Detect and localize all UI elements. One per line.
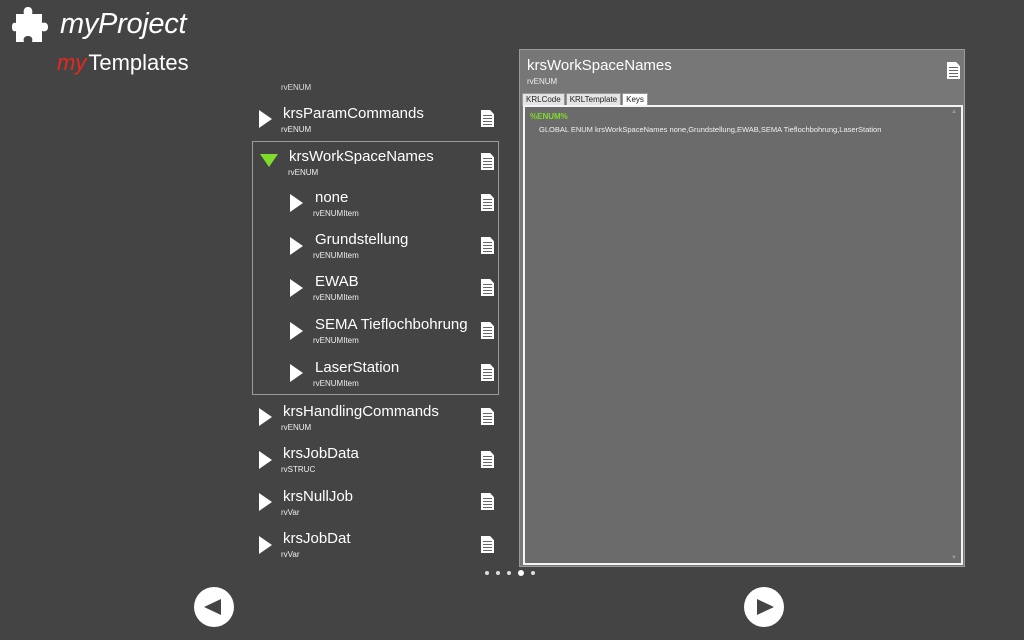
document-icon[interactable] — [481, 153, 494, 170]
document-icon[interactable] — [481, 408, 494, 425]
details-panel: krsWorkSpaceNames rvENUM KRLCode KRLTemp… — [519, 49, 965, 567]
tree-item[interactable]: krsNullJob rvVar — [252, 487, 502, 527]
tree-item-name: EWAB — [315, 273, 359, 290]
expand-arrow-icon[interactable] — [259, 536, 272, 554]
page-dot[interactable] — [485, 571, 489, 575]
tree-item-type: rvVar — [281, 508, 300, 517]
page-dot[interactable] — [531, 571, 535, 575]
tree-item-expanded[interactable]: krsWorkSpaceNames rvENUM — [252, 147, 502, 187]
tree-child-item[interactable]: LaserStation rvENUMItem — [252, 359, 502, 399]
tree-item-name: krsJobData — [283, 445, 359, 462]
next-button[interactable] — [744, 587, 784, 627]
tree-item-type: rvENUM — [281, 125, 312, 134]
expand-arrow-icon[interactable] — [290, 364, 303, 382]
tree-item[interactable]: krsJobDat rvVar — [252, 530, 502, 570]
expand-arrow-icon[interactable] — [290, 279, 303, 297]
tree-item-type: rvENUMItem — [313, 379, 359, 388]
tree-item-type: rvENUMItem — [313, 336, 359, 345]
expand-arrow-icon[interactable] — [259, 408, 272, 426]
tree-child-item[interactable]: Grundstellung rvENUMItem — [252, 231, 502, 271]
tree-item[interactable]: krsJobData rvSTRUC — [252, 445, 502, 485]
expand-arrow-icon[interactable] — [290, 194, 303, 212]
tree-item[interactable]: krsHandlingCommands rvENUM — [252, 402, 502, 442]
subtitle-prefix: my — [57, 50, 87, 75]
code-editor[interactable]: %ENUM% GLOBAL ENUM krsWorkSpaceNames non… — [523, 105, 963, 565]
tree-item-name: SEMA Tieflochbohrung — [315, 316, 468, 333]
document-icon[interactable] — [481, 110, 494, 127]
document-icon[interactable] — [947, 62, 960, 79]
tree-item-type: rvVar — [281, 550, 300, 559]
tree-item-type: rvENUMItem — [313, 209, 359, 218]
tree-item-name: none — [315, 189, 349, 206]
list-item-type: rvENUM — [281, 83, 312, 92]
document-icon[interactable] — [481, 322, 494, 339]
previous-button[interactable] — [194, 587, 234, 627]
scroll-up-icon[interactable]: ▲ — [951, 109, 957, 115]
expand-arrow-icon[interactable] — [259, 493, 272, 511]
code-line: GLOBAL ENUM krsWorkSpaceNames none,Grund… — [539, 125, 882, 134]
tree-item-name: krsHandlingCommands — [283, 403, 439, 420]
subtitle-text: Templates — [88, 50, 189, 75]
tree-item-name: LaserStation — [315, 359, 400, 376]
tree-child-item[interactable]: EWAB rvENUMItem — [252, 273, 502, 313]
document-icon[interactable] — [481, 536, 494, 553]
tree-item-type: rvSTRUC — [281, 465, 316, 474]
scroll-down-icon[interactable]: ▼ — [951, 555, 957, 561]
page-dot[interactable] — [507, 571, 511, 575]
code-marker: %ENUM% — [530, 112, 568, 121]
document-icon[interactable] — [481, 279, 494, 296]
tree-item-type: rvENUMItem — [313, 251, 359, 260]
pagination-dots — [485, 570, 535, 576]
tree-child-item[interactable]: SEMA Tieflochbohrung rvENUMItem — [252, 316, 502, 356]
tree-item[interactable]: krsParamCommands rvENUM — [252, 104, 502, 144]
app-title: myProject — [60, 8, 187, 40]
collapse-arrow-icon[interactable] — [260, 154, 278, 167]
tree-item-name: krsJobDat — [283, 530, 351, 547]
tree-item-name: krsNullJob — [283, 488, 354, 505]
expand-arrow-icon[interactable] — [259, 451, 272, 469]
page-subtitle: myTemplates — [57, 50, 189, 76]
tree-item-name: krsWorkSpaceNames — [289, 148, 434, 165]
tree-item-type: rvENUM — [288, 168, 319, 177]
document-icon[interactable] — [481, 451, 494, 468]
expand-arrow-icon[interactable] — [290, 322, 303, 340]
document-icon[interactable] — [481, 493, 494, 510]
panel-title: krsWorkSpaceNames — [527, 57, 672, 74]
document-icon[interactable] — [481, 364, 494, 381]
puzzle-piece-icon — [12, 7, 48, 42]
tree-item-type: rvENUM — [281, 423, 312, 432]
tree-item-name: krsParamCommands — [283, 105, 424, 122]
tree-child-item[interactable]: none rvENUMItem — [252, 189, 502, 229]
page-dot-active[interactable] — [518, 570, 524, 576]
tree-item-type: rvENUMItem — [313, 293, 359, 302]
panel-type: rvENUM — [527, 77, 558, 86]
document-icon[interactable] — [481, 194, 494, 211]
document-icon[interactable] — [481, 237, 494, 254]
expand-arrow-icon[interactable] — [259, 110, 272, 128]
expand-arrow-icon[interactable] — [290, 237, 303, 255]
page-dot[interactable] — [496, 571, 500, 575]
tree-item-name: Grundstellung — [315, 231, 409, 248]
